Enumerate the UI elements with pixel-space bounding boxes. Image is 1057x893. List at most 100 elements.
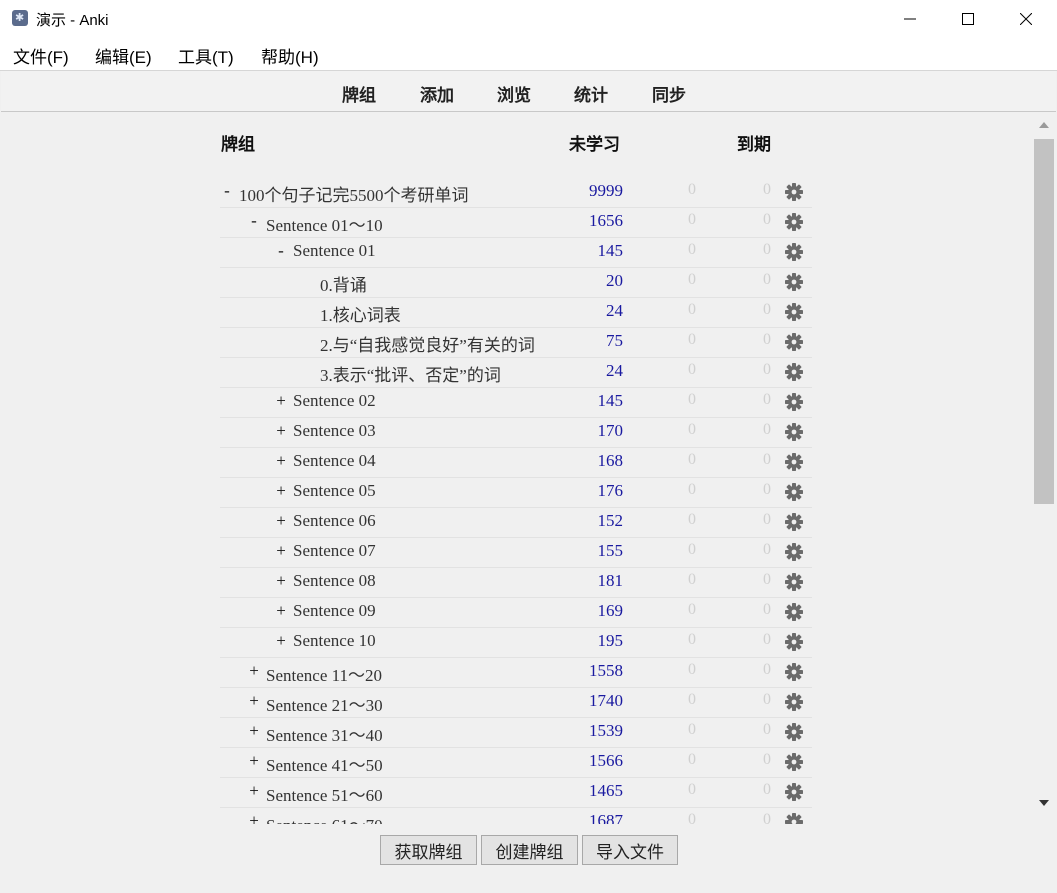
toolbar-sync[interactable]: 同步 bbox=[652, 81, 686, 106]
gear-icon[interactable] bbox=[784, 782, 804, 802]
scroll-down-icon[interactable] bbox=[1039, 800, 1049, 806]
gear-icon[interactable] bbox=[784, 512, 804, 532]
deck-row[interactable]: -100个句子记完5500个考研单词 9999 0 0 bbox=[220, 177, 812, 208]
expand-toggle[interactable]: + bbox=[274, 541, 288, 561]
deck-row[interactable]: + Sentence 03 170 0 0 bbox=[220, 417, 812, 448]
deck-row[interactable]: 2.与“自我感觉良好”有关的词 75 0 0 bbox=[220, 327, 812, 358]
deck-name[interactable]: Sentence 01 bbox=[293, 241, 376, 261]
minimize-button[interactable] bbox=[881, 0, 939, 38]
deck-name[interactable]: 3.表示“批评、否定”的词 bbox=[320, 361, 501, 386]
expand-toggle[interactable]: + bbox=[274, 571, 288, 591]
deck-name[interactable]: 0.背诵 bbox=[320, 271, 367, 296]
deck-name[interactable]: Sentence 04 bbox=[293, 451, 376, 471]
deck-row[interactable]: + Sentence 06 152 0 0 bbox=[220, 507, 812, 538]
expand-toggle[interactable]: + bbox=[274, 391, 288, 411]
deck-row[interactable]: + Sentence 04 168 0 0 bbox=[220, 447, 812, 478]
collapse-toggle[interactable]: - bbox=[220, 181, 234, 201]
expand-toggle[interactable]: + bbox=[274, 631, 288, 651]
deck-name[interactable]: 2.与“自我感觉良好”有关的词 bbox=[320, 331, 535, 356]
deck-name[interactable]: Sentence 09 bbox=[293, 601, 376, 621]
deck-row[interactable]: + Sentence 10 195 0 0 bbox=[220, 627, 812, 658]
gear-icon[interactable] bbox=[784, 722, 804, 742]
gear-icon[interactable] bbox=[784, 602, 804, 622]
deck-row[interactable]: 3.表示“批评、否定”的词 24 0 0 bbox=[220, 357, 812, 388]
deck-row[interactable]: + Sentence 07 155 0 0 bbox=[220, 537, 812, 568]
gear-icon[interactable] bbox=[784, 752, 804, 772]
deck-name[interactable]: Sentence 08 bbox=[293, 571, 376, 591]
gear-icon[interactable] bbox=[784, 182, 804, 202]
expand-toggle[interactable]: + bbox=[274, 451, 288, 471]
gear-icon[interactable] bbox=[784, 212, 804, 232]
deck-row[interactable]: + Sentence 05 176 0 0 bbox=[220, 477, 812, 508]
gear-icon[interactable] bbox=[784, 362, 804, 382]
deck-name[interactable]: Sentence 21～30 bbox=[266, 691, 383, 716]
import-file-button[interactable]: 导入文件 bbox=[582, 835, 678, 865]
expand-toggle[interactable]: + bbox=[247, 721, 261, 741]
maximize-button[interactable] bbox=[939, 0, 997, 38]
deck-row[interactable]: + Sentence 21～30 1740 0 0 bbox=[220, 687, 812, 718]
menu-edit[interactable]: 编辑(E) bbox=[95, 43, 152, 68]
deck-name[interactable]: Sentence 51～60 bbox=[266, 781, 383, 806]
gear-icon[interactable] bbox=[784, 572, 804, 592]
gear-icon[interactable] bbox=[784, 272, 804, 292]
deck-row[interactable]: + Sentence 61～70 1687 0 0 bbox=[220, 807, 812, 824]
deck-name[interactable]: Sentence 01～10 bbox=[266, 211, 383, 236]
scroll-thumb[interactable] bbox=[1034, 139, 1054, 504]
deck-name[interactable]: Sentence 02 bbox=[293, 391, 376, 411]
deck-name[interactable]: Sentence 31～40 bbox=[266, 721, 383, 746]
deck-row[interactable]: + Sentence 31～40 1539 0 0 bbox=[220, 717, 812, 748]
deck-row[interactable]: 1.核心词表 24 0 0 bbox=[220, 297, 812, 328]
expand-toggle[interactable]: + bbox=[274, 481, 288, 501]
deck-name[interactable]: Sentence 06 bbox=[293, 511, 376, 531]
deck-row[interactable]: + Sentence 08 181 0 0 bbox=[220, 567, 812, 598]
deck-row[interactable]: - Sentence 01 145 0 0 bbox=[220, 237, 812, 268]
expand-toggle[interactable]: + bbox=[274, 421, 288, 441]
deck-row[interactable]: + Sentence 51～60 1465 0 0 bbox=[220, 777, 812, 808]
gear-icon[interactable] bbox=[784, 422, 804, 442]
menu-file[interactable]: 文件(F) bbox=[13, 43, 69, 68]
deck-row[interactable]: + Sentence 11～20 1558 0 0 bbox=[220, 657, 812, 688]
gear-icon[interactable] bbox=[784, 332, 804, 352]
expand-toggle[interactable]: + bbox=[247, 661, 261, 681]
expand-toggle[interactable]: + bbox=[247, 781, 261, 801]
toolbar-decks[interactable]: 牌组 bbox=[342, 81, 376, 106]
menu-tools[interactable]: 工具(T) bbox=[178, 43, 234, 68]
deck-name[interactable]: Sentence 61～70 bbox=[266, 811, 383, 824]
gear-icon[interactable] bbox=[784, 632, 804, 652]
deck-name[interactable]: Sentence 41～50 bbox=[266, 751, 383, 776]
deck-row[interactable]: + Sentence 02 145 0 0 bbox=[220, 387, 812, 418]
deck-row[interactable]: + Sentence 41～50 1566 0 0 bbox=[220, 747, 812, 778]
deck-row[interactable]: - Sentence 01～10 1656 0 0 bbox=[220, 207, 812, 238]
expand-toggle[interactable]: + bbox=[274, 511, 288, 531]
toolbar-browse[interactable]: 浏览 bbox=[497, 81, 531, 106]
deck-name[interactable]: 100个句子记完5500个考研单词 bbox=[239, 181, 469, 206]
collapse-toggle[interactable]: - bbox=[247, 211, 261, 231]
deck-row[interactable]: 0.背诵 20 0 0 bbox=[220, 267, 812, 298]
expand-toggle[interactable]: + bbox=[247, 811, 261, 824]
gear-icon[interactable] bbox=[784, 392, 804, 412]
gear-icon[interactable] bbox=[784, 482, 804, 502]
gear-icon[interactable] bbox=[784, 692, 804, 712]
close-button[interactable] bbox=[997, 0, 1055, 38]
expand-toggle[interactable]: + bbox=[247, 691, 261, 711]
menu-help[interactable]: 帮助(H) bbox=[261, 43, 319, 68]
deck-name[interactable]: Sentence 10 bbox=[293, 631, 376, 651]
toolbar-add[interactable]: 添加 bbox=[420, 81, 454, 106]
deck-name[interactable]: Sentence 05 bbox=[293, 481, 376, 501]
expand-toggle[interactable]: + bbox=[274, 601, 288, 621]
gear-icon[interactable] bbox=[784, 242, 804, 262]
gear-icon[interactable] bbox=[784, 302, 804, 322]
expand-toggle[interactable]: + bbox=[247, 751, 261, 771]
toolbar-stats[interactable]: 统计 bbox=[574, 81, 608, 106]
gear-icon[interactable] bbox=[784, 662, 804, 682]
deck-row[interactable]: + Sentence 09 169 0 0 bbox=[220, 597, 812, 628]
create-deck-button[interactable]: 创建牌组 bbox=[481, 835, 578, 865]
gear-icon[interactable] bbox=[784, 542, 804, 562]
deck-name[interactable]: 1.核心词表 bbox=[320, 301, 401, 326]
deck-name[interactable]: Sentence 03 bbox=[293, 421, 376, 441]
deck-name[interactable]: Sentence 11～20 bbox=[266, 661, 382, 686]
get-shared-button[interactable]: 获取牌组 bbox=[380, 835, 477, 865]
gear-icon[interactable] bbox=[784, 812, 804, 824]
scroll-up-icon[interactable] bbox=[1039, 122, 1049, 128]
gear-icon[interactable] bbox=[784, 452, 804, 472]
